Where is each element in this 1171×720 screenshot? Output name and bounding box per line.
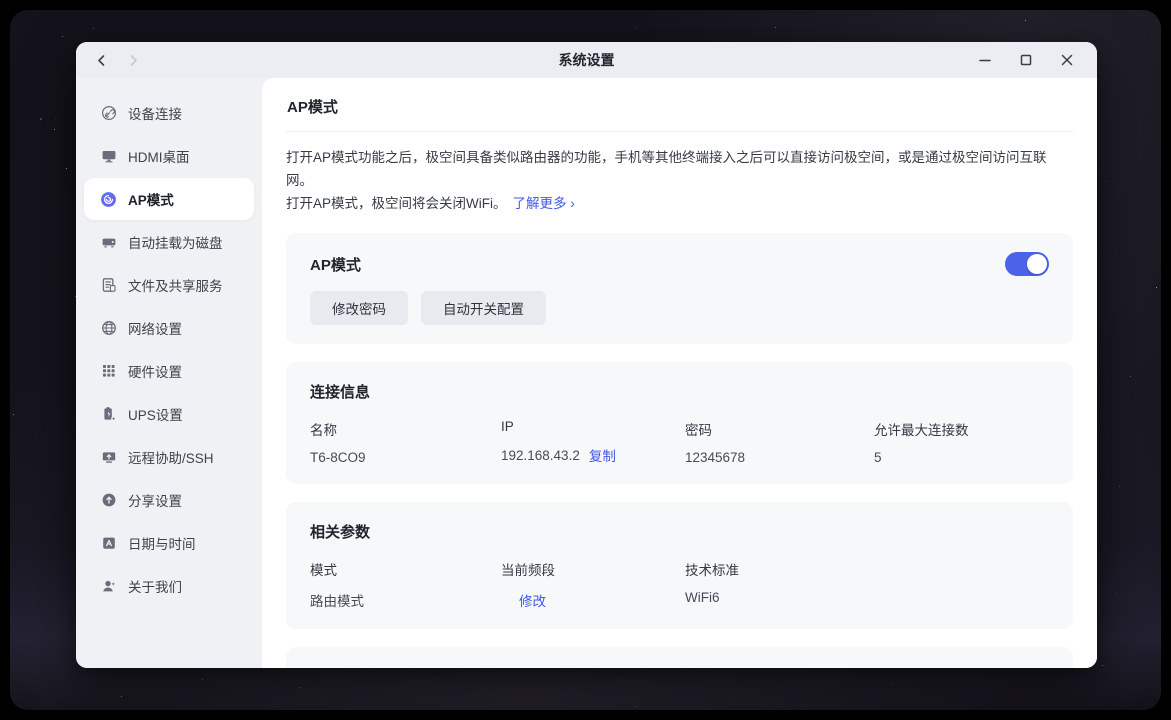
close-button[interactable] <box>1057 50 1077 70</box>
network-icon <box>100 320 117 337</box>
about-icon <box>100 578 117 595</box>
params-fields: 模式 路由模式 当前频段 修改 技术标准 WiFi6 <box>310 559 1049 610</box>
connection-card-title: 连接信息 <box>310 381 1049 402</box>
sidebar-item-3[interactable]: 自动挂载为磁盘 <box>84 221 254 263</box>
disk-icon <box>100 234 117 251</box>
link-icon <box>100 105 117 122</box>
divider <box>286 131 1073 132</box>
sidebar-item-6[interactable]: 硬件设置 <box>84 350 254 392</box>
modify-band-link[interactable]: 修改 <box>519 590 546 610</box>
field-2: 密码 12345678 <box>685 419 874 465</box>
window-title: 系统设置 <box>76 50 1097 70</box>
field-1: IP 192.168.43.2 复制 <box>501 419 685 465</box>
sidebar-item-label: UPS设置 <box>128 404 183 424</box>
sidebar-item-1[interactable]: HDMI桌面 <box>84 135 254 177</box>
field-label: 允许最大连接数 <box>874 419 969 439</box>
field-value: 12345678 <box>685 450 745 465</box>
field-label: 名称 <box>310 419 501 439</box>
forward-button[interactable] <box>124 51 142 69</box>
window-body: 设备连接 HDMI桌面 AP模式 自动挂载为磁盘 文件及共享服务 网络设置 硬件… <box>76 78 1097 668</box>
sidebar-item-label: 网络设置 <box>128 318 182 338</box>
connection-fields: 名称 T6-8CO9 IP 192.168.43.2 复制 密码 12345678… <box>310 419 1049 465</box>
field-0: 名称 T6-8CO9 <box>310 419 501 465</box>
ap-mode-card: AP模式 修改密码自动开关配置 <box>286 233 1073 344</box>
sidebar: 设备连接 HDMI桌面 AP模式 自动挂载为磁盘 文件及共享服务 网络设置 硬件… <box>76 78 262 668</box>
minimize-button[interactable] <box>975 50 995 70</box>
sidebar-item-2[interactable]: AP模式 <box>84 178 254 220</box>
field-label: 技术标准 <box>685 559 739 579</box>
file-share-icon <box>100 277 117 294</box>
sidebar-item-4[interactable]: 文件及共享服务 <box>84 264 254 306</box>
field-value: WiFi6 <box>685 590 720 605</box>
sidebar-item-label: HDMI桌面 <box>128 146 190 166</box>
related-params-card: 相关参数 模式 路由模式 当前频段 修改 技术标准 WiFi6 <box>286 502 1073 629</box>
field-label: 模式 <box>310 559 501 579</box>
hardware-icon <box>100 363 117 380</box>
sidebar-item-label: 日期与时间 <box>128 533 196 553</box>
connected-devices-card: 已连接设备 刷新 无 <box>286 647 1073 668</box>
sidebar-item-9[interactable]: 分享设置 <box>84 479 254 521</box>
sidebar-item-8[interactable]: 远程协助/SSH <box>84 436 254 478</box>
learn-more-link[interactable]: 了解更多 › <box>513 192 575 215</box>
monitor-icon <box>100 148 117 165</box>
settings-window: 系统设置 设备连接 HDMI桌面 AP模式 自动挂 <box>76 42 1097 668</box>
field-value: 路由模式 <box>310 590 364 610</box>
field-label: 密码 <box>685 419 874 439</box>
sidebar-item-label: 自动挂载为磁盘 <box>128 232 223 252</box>
share-icon <box>100 492 117 509</box>
field-3: 允许最大连接数 5 <box>874 419 969 465</box>
field-0: 模式 路由模式 <box>310 559 501 610</box>
page-title: AP模式 <box>286 78 1073 131</box>
titlebar: 系统设置 <box>76 42 1097 78</box>
maximize-button[interactable] <box>1016 50 1036 70</box>
copy-ip-link[interactable]: 复制 <box>589 445 616 465</box>
ap-card-button-1[interactable]: 自动开关配置 <box>421 291 546 325</box>
sidebar-item-5[interactable]: 网络设置 <box>84 307 254 349</box>
field-label: IP <box>501 419 685 434</box>
refresh-link[interactable]: 刷新 <box>1017 666 1049 668</box>
window-controls <box>975 50 1097 70</box>
sidebar-item-11[interactable]: 关于我们 <box>84 565 254 607</box>
ap-mode-toggle[interactable] <box>1005 252 1049 276</box>
ups-icon <box>100 406 117 423</box>
params-card-title: 相关参数 <box>310 521 1049 542</box>
ap-card-button-0[interactable]: 修改密码 <box>310 291 408 325</box>
field-2: 技术标准 WiFi6 <box>685 559 739 610</box>
sidebar-item-label: 文件及共享服务 <box>128 275 223 295</box>
calendar-icon <box>100 535 117 552</box>
sidebar-item-label: 硬件设置 <box>128 361 182 381</box>
sidebar-item-label: 远程协助/SSH <box>128 447 214 467</box>
main-content: AP模式 打开AP模式功能之后，极空间具备类似路由器的功能，手机等其他终端接入之… <box>262 78 1097 668</box>
ap-card-buttons: 修改密码自动开关配置 <box>310 291 1049 325</box>
remote-icon <box>100 449 117 466</box>
field-1: 当前频段 修改 <box>501 559 685 610</box>
sidebar-item-10[interactable]: 日期与时间 <box>84 522 254 564</box>
devices-card-title: 已连接设备 <box>310 668 385 669</box>
ap-mode-icon <box>100 191 117 208</box>
field-value: 5 <box>874 450 882 465</box>
back-button[interactable] <box>92 51 110 69</box>
sidebar-item-label: 关于我们 <box>128 576 182 596</box>
field-value: 192.168.43.2 <box>501 448 580 463</box>
description: 打开AP模式功能之后，极空间具备类似路由器的功能，手机等其他终端接入之后可以直接… <box>286 146 1073 215</box>
sidebar-item-label: 设备连接 <box>128 103 182 123</box>
field-value: T6-8CO9 <box>310 450 366 465</box>
sidebar-item-label: 分享设置 <box>128 490 182 510</box>
ap-card-title: AP模式 <box>310 254 361 275</box>
toggle-knob <box>1027 254 1047 274</box>
connection-info-card: 连接信息 名称 T6-8CO9 IP 192.168.43.2 复制 密码 123… <box>286 362 1073 484</box>
description-line1: 打开AP模式功能之后，极空间具备类似路由器的功能，手机等其他终端接入之后可以直接… <box>286 146 1073 192</box>
sidebar-item-label: AP模式 <box>128 189 174 209</box>
sidebar-item-0[interactable]: 设备连接 <box>84 92 254 134</box>
nav-arrows <box>76 51 142 69</box>
field-label: 当前频段 <box>501 559 685 579</box>
description-line2: 打开AP模式，极空间将会关闭WiFi。 <box>286 192 507 215</box>
sidebar-item-7[interactable]: UPS设置 <box>84 393 254 435</box>
